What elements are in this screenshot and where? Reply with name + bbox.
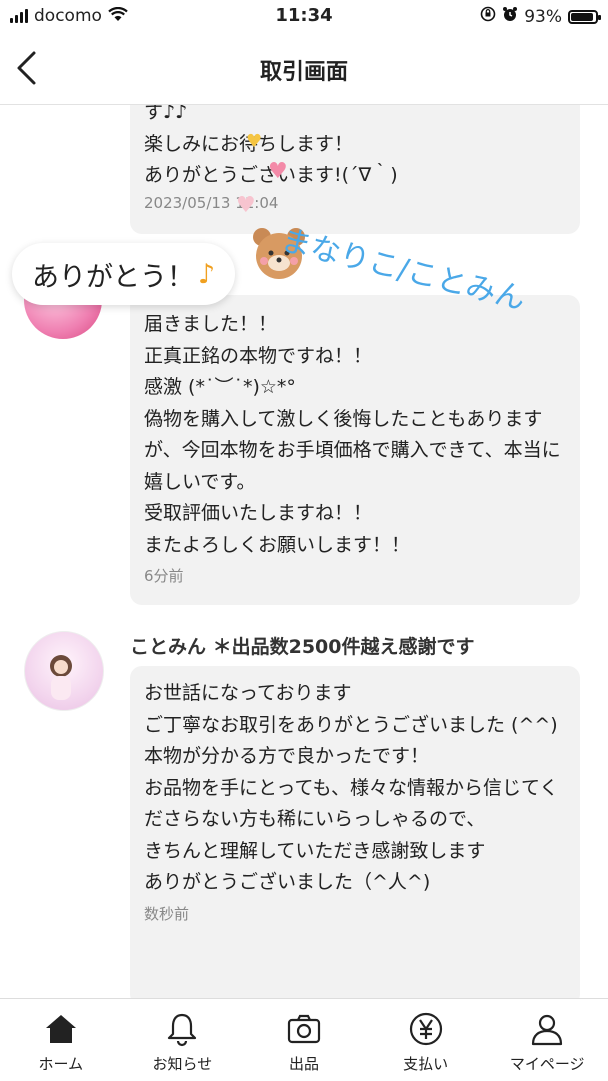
person-icon bbox=[532, 1014, 563, 1046]
tab-label: マイページ bbox=[509, 1055, 585, 1073]
portrait-icon bbox=[50, 655, 72, 700]
yen-icon bbox=[409, 1012, 442, 1046]
rotation-lock-icon bbox=[480, 6, 496, 27]
system-indicators: 93% bbox=[480, 6, 601, 27]
bell-icon bbox=[168, 1013, 197, 1047]
tab-mypage[interactable]: マイページ bbox=[486, 999, 608, 1081]
message-bubble: お世話になっております ご丁寧なお取引をありがとうございました (^^) 本物が… bbox=[130, 666, 580, 998]
status-bar: docomo 11:34 93% bbox=[0, 0, 608, 34]
avatar[interactable] bbox=[24, 631, 104, 711]
battery-percent: 93% bbox=[524, 6, 562, 27]
message-time: 数秒前 bbox=[144, 904, 190, 923]
message-text: お世話になっております ご丁寧なお取引をありがとうございました (^^) 本物が… bbox=[144, 682, 559, 893]
heart-sticker-icon: ♥ bbox=[268, 159, 288, 184]
message-bubble: 届きました！！ 正真正銘の本物ですね！！ 感激 (*˙︶˙*)☆*° 偽物を購入… bbox=[130, 295, 580, 605]
nav-header: 取引画面 bbox=[0, 34, 608, 105]
home-icon bbox=[45, 1015, 76, 1043]
thanks-sticker: ありがとう！ ♪ bbox=[12, 243, 236, 305]
battery-icon bbox=[568, 9, 601, 24]
tab-label: 出品 bbox=[288, 1055, 319, 1073]
heart-sticker-icon: ♥ bbox=[246, 131, 263, 152]
tab-notifications[interactable]: お知らせ bbox=[122, 999, 244, 1081]
tab-label: お知らせ bbox=[152, 1055, 213, 1073]
message-time: 2023/05/13 11:04 bbox=[144, 193, 279, 212]
bottom-tab-bar: ホーム お知らせ 出品 支払い マイページ bbox=[0, 998, 608, 1081]
sender-name: ことみん ＊出品数2500件越え感謝です bbox=[130, 636, 475, 658]
tab-payment[interactable]: 支払い bbox=[365, 999, 487, 1081]
message-text: 届きました！！ 正真正銘の本物ですね！！ 感激 (*˙︶˙*)☆*° 偽物を購入… bbox=[144, 313, 561, 556]
camera-icon bbox=[287, 1014, 321, 1044]
tab-home[interactable]: ホーム bbox=[0, 999, 122, 1081]
message-thread[interactable]: す♪♪ 楽しみにお待ちします！ ありがとうございます!(´∇｀) 2023/05… bbox=[0, 105, 608, 998]
tab-label: 支払い bbox=[403, 1055, 449, 1073]
tab-listing[interactable]: 出品 bbox=[243, 999, 365, 1081]
thanks-sticker-text: ありがとう！ bbox=[32, 261, 194, 293]
music-note-icon: ♪ bbox=[198, 258, 216, 290]
message-text: す♪♪ 楽しみにお待ちします！ ありがとうございます!(´∇｀) bbox=[144, 105, 398, 186]
message-bubble: す♪♪ 楽しみにお待ちします！ ありがとうございます!(´∇｀) 2023/05… bbox=[130, 105, 580, 234]
tab-label: ホーム bbox=[38, 1055, 84, 1073]
message-time: 6分前 bbox=[144, 567, 184, 585]
heart-sticker-icon: ♥ bbox=[236, 193, 256, 218]
alarm-icon bbox=[502, 6, 518, 27]
page-title: 取引画面 bbox=[259, 60, 348, 85]
